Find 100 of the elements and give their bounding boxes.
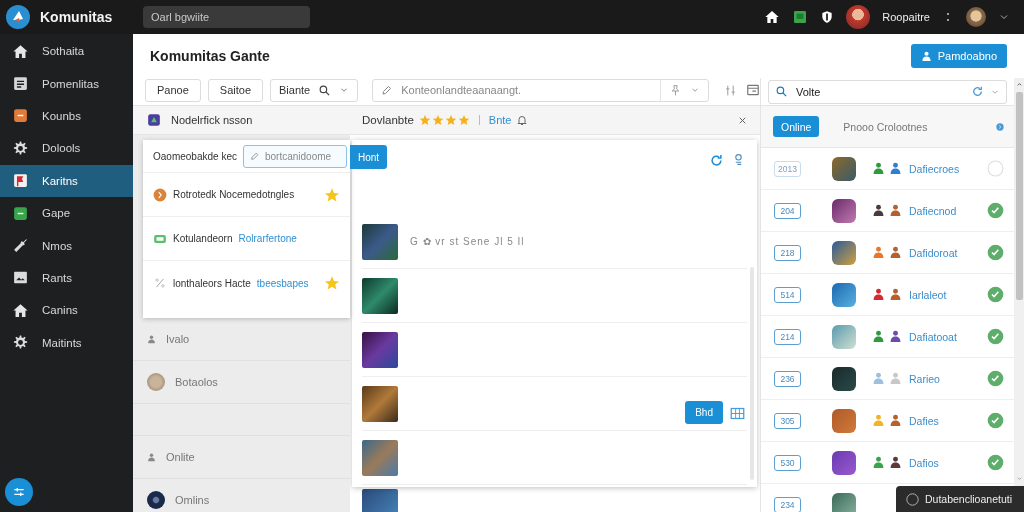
- flag-icon: [12, 172, 29, 190]
- row-label: Ivalo: [166, 333, 190, 345]
- shield-icon[interactable]: [820, 10, 835, 24]
- image-placeholder: [362, 439, 398, 476]
- percent-icon: [153, 276, 167, 290]
- image-placeholder: [362, 385, 398, 422]
- check-icon[interactable]: [987, 286, 1004, 303]
- check-icon[interactable]: [987, 454, 1004, 471]
- row-link[interactable]: Dafiatooat: [909, 330, 957, 343]
- count-tag: 2013: [774, 160, 801, 177]
- row-link[interactable]: Dafidoroat: [909, 246, 958, 259]
- item-link[interactable]: tbeesbapes: [256, 277, 309, 289]
- row-link[interactable]: Dafiecroes: [909, 162, 960, 175]
- count-tag: 236: [774, 370, 801, 387]
- user-avatar[interactable]: [966, 7, 986, 27]
- check-icon[interactable]: [987, 328, 1004, 345]
- header-title: Nodelrfick nsson: [171, 114, 253, 126]
- check-icon[interactable]: [987, 412, 1004, 429]
- count-tag: 530: [774, 454, 801, 471]
- grid-icon[interactable]: [730, 406, 745, 421]
- row-link[interactable]: Dafies: [909, 414, 939, 427]
- sidebar-item[interactable]: Canins: [0, 294, 133, 327]
- check-icon[interactable]: [987, 370, 1004, 387]
- person-icon: [920, 50, 932, 62]
- item-text: lonthaleors Hacte: [173, 277, 251, 289]
- sidebar-item[interactable]: Dolools: [0, 132, 133, 165]
- app-thumbnail: [832, 450, 856, 475]
- user-avatar: [147, 373, 165, 391]
- bell-icon[interactable]: [516, 114, 529, 126]
- square-icon: [12, 204, 29, 222]
- square-icon[interactable]: [792, 9, 809, 25]
- action-button[interactable]: Bhd: [685, 401, 723, 424]
- gear-icon: [12, 139, 29, 157]
- text-field[interactable]: bortcanidoome: [242, 144, 347, 168]
- field-label: Oaomeobakde kec: [153, 150, 237, 162]
- star-icon: [444, 114, 457, 126]
- gear-icon: [12, 334, 29, 352]
- action-button[interactable]: Hont: [350, 145, 387, 169]
- search-icon: [775, 85, 788, 98]
- item-link[interactable]: Rolrarfertone: [238, 233, 297, 244]
- row-link[interactable]: Dafiecnod: [909, 204, 957, 217]
- check-icon[interactable]: [987, 244, 1004, 261]
- row-link[interactable]: Iarlaleot: [909, 288, 947, 301]
- user-avatar[interactable]: [846, 5, 871, 29]
- sidebar-item[interactable]: Sothaita: [0, 35, 133, 68]
- sliders-icon: [12, 485, 26, 499]
- sidebar-item[interactable]: Rants: [0, 261, 133, 295]
- count-tag: 214: [774, 328, 801, 345]
- app-thumbnail: [832, 408, 856, 433]
- row-caption: G ✿ vr st Sene Jl 5 Il: [410, 236, 525, 247]
- home-icon[interactable]: [764, 9, 781, 25]
- user-name[interactable]: Roopaitre: [882, 11, 930, 23]
- sync-icon[interactable]: [709, 153, 724, 168]
- star-icon[interactable]: [324, 275, 340, 291]
- tab[interactable]: Online: [773, 116, 820, 137]
- home-icon: [12, 301, 29, 319]
- text-input[interactable]: bortcanidoome: [262, 149, 341, 163]
- item-text: Rotrotedk Nocemedotngles: [173, 189, 295, 200]
- check-icon[interactable]: [987, 202, 1004, 219]
- user-icon: [147, 334, 156, 344]
- scroll-thumb[interactable]: [1016, 92, 1023, 300]
- user-avatar: [147, 491, 165, 509]
- sidebar-item[interactable]: Nmos: [0, 229, 133, 262]
- star-icon[interactable]: [324, 186, 340, 203]
- search-field[interactable]: Volte: [768, 79, 1007, 104]
- item-text: Kotulandeorn: [173, 233, 233, 244]
- count-tag: 204: [774, 202, 801, 219]
- coin-icon: [153, 187, 167, 202]
- sidebar-item[interactable]: Maitints: [0, 326, 133, 359]
- image-placeholder: [362, 277, 398, 314]
- image-placeholder: [362, 331, 398, 368]
- row-link[interactable]: Rarieo: [909, 372, 940, 385]
- app-thumbnail: [832, 366, 856, 391]
- add-button[interactable]: [5, 478, 33, 506]
- toast-text: Dutabenclioanetuti: [925, 493, 1012, 505]
- sidebar-item[interactable]: Karitns: [0, 164, 133, 197]
- search-input[interactable]: Volte: [794, 84, 965, 99]
- row-link[interactable]: Dafios: [909, 456, 939, 469]
- tune-icon[interactable]: [724, 83, 737, 97]
- dropdown[interactable]: Biante: [270, 78, 359, 102]
- sync-icon[interactable]: [971, 85, 984, 98]
- app-thumbnail: [832, 492, 856, 512]
- wrench-icon: [12, 237, 29, 255]
- app-thumbnail: [832, 282, 856, 307]
- square-icon: [12, 107, 29, 125]
- filter-button[interactable]: Saitoe: [207, 78, 263, 102]
- filter-button[interactable]: Panoe: [145, 78, 201, 102]
- sidebar-item[interactable]: Pomenlitas: [0, 67, 133, 100]
- count-tag: 305: [774, 412, 801, 429]
- tab[interactable]: Pnooo Crolootnes: [835, 116, 936, 137]
- sidebar-item[interactable]: Kounbs: [0, 99, 133, 133]
- search-input[interactable]: Konteonlandteaanaangt.: [399, 83, 654, 97]
- search-field[interactable]: Konteonlandteaanaangt.: [372, 78, 709, 102]
- logo-icon[interactable]: [6, 5, 30, 29]
- sidebar-item[interactable]: Gape: [0, 196, 133, 230]
- search-field[interactable]: Oarl bgwiite: [143, 6, 310, 28]
- window-icon[interactable]: [746, 83, 760, 97]
- star-icon: [418, 114, 431, 126]
- star-icon: [457, 114, 470, 126]
- primary-button[interactable]: Pamdoabno: [910, 44, 1007, 68]
